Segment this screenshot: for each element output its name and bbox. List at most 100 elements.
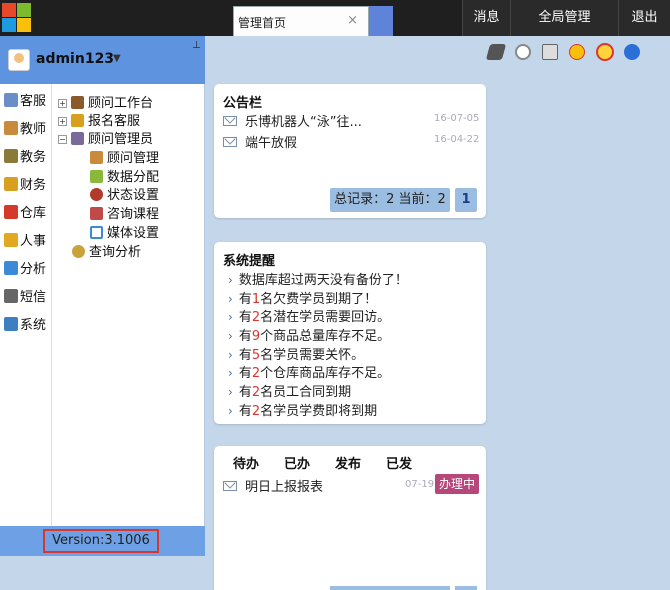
module-service[interactable]: 客服 (4, 90, 46, 112)
module-warehouse[interactable]: 仓库 (4, 202, 46, 224)
pin-icon[interactable]: ⊥ (192, 40, 201, 51)
fax-icon[interactable] (542, 44, 558, 60)
tree-item-consultant-admin[interactable]: − 顾问管理员 (58, 128, 153, 147)
module-label: 教师 (20, 122, 47, 137)
tree-item-label: 咨询课程 (107, 207, 160, 222)
collapse-toggle-icon[interactable]: − (58, 135, 67, 144)
smiley-icon[interactable] (596, 43, 614, 61)
tree-item-consult-course[interactable]: 咨询课程 (90, 203, 159, 222)
module-finance[interactable]: 财务 (4, 174, 46, 196)
reminder-item[interactable]: › 有2名潜在学员需要回访。 (228, 306, 390, 325)
arrow-right-icon: › (228, 273, 233, 287)
reminder-text: 名学员需要关怀。 (260, 348, 365, 363)
global-manage-button[interactable]: 全局管理 (510, 0, 618, 36)
user-menu-caret-icon[interactable]: ▼ (113, 53, 121, 64)
tab-done[interactable]: 已办 (284, 453, 310, 472)
course-icon (90, 207, 103, 220)
reminder-count: 2 (251, 310, 261, 325)
finance-icon (4, 177, 18, 191)
search-analysis-icon (72, 245, 85, 258)
phone-icon (4, 289, 18, 303)
reminder-text: 数据库超过两天没有备份了！ (238, 273, 408, 288)
reminder-text: 有 (238, 366, 252, 381)
tab-todo[interactable]: 待办 (233, 453, 259, 472)
teacher-icon (4, 121, 18, 135)
module-analysis[interactable]: 分析 (4, 258, 46, 280)
hr-icon (4, 233, 18, 247)
reminder-text: 有 (238, 348, 252, 363)
reminder-text: 有 (238, 292, 252, 307)
reminder-text: 个仓库商品库存不足。 (260, 366, 391, 381)
warehouse-icon (4, 205, 18, 219)
reminder-item[interactable]: › 数据库超过两天没有备份了！ (228, 269, 408, 288)
module-hr[interactable]: 人事 (4, 230, 46, 252)
consultant-manage-icon (90, 151, 103, 164)
task-item-date: 07-19 (405, 479, 435, 490)
reminder-item[interactable]: › 有2名学员学费即将到期 (228, 400, 377, 419)
tree-item-data-assign[interactable]: 数据分配 (90, 166, 159, 185)
tree-item-label: 数据分配 (107, 170, 160, 185)
notice-item[interactable]: 端午放假 (223, 132, 297, 151)
tree-item-media-settings[interactable]: 媒体设置 (90, 222, 159, 241)
print-icon[interactable] (485, 44, 507, 60)
tree-item-label: 顾问管理 (107, 151, 160, 166)
module-teacher[interactable]: 教师 (4, 118, 46, 140)
reminder-count: 5 (251, 348, 261, 363)
left-bottom-bg (0, 556, 205, 590)
module-label: 分析 (20, 262, 47, 277)
tree-item-signup-service[interactable]: + 报名客服 (58, 110, 140, 129)
notice-page-1-button[interactable]: 1 (455, 188, 477, 212)
username[interactable]: admin123 (36, 51, 114, 67)
exit-button[interactable]: 退出 (618, 0, 670, 36)
module-label: 短信 (20, 290, 47, 305)
help-icon[interactable] (624, 44, 640, 60)
module-label: 客服 (20, 94, 47, 109)
data-assign-icon (90, 170, 103, 183)
tab-sent[interactable]: 已发 (386, 453, 412, 472)
reminder-count: 1 (251, 292, 261, 307)
reminder-text: 名欠费学员到期了！ (260, 292, 378, 307)
avatar[interactable] (8, 49, 30, 71)
app-logo[interactable] (2, 3, 32, 33)
expand-toggle-icon[interactable]: + (58, 117, 67, 126)
arrow-right-icon: › (228, 404, 233, 418)
signup-service-icon (71, 114, 84, 127)
mail-icon (223, 137, 237, 147)
reminder-count: 2 (251, 366, 261, 381)
arrow-right-icon: › (228, 348, 233, 362)
mcdonalds-icon[interactable] (569, 44, 585, 60)
tree-item-consultant-manage[interactable]: 顾问管理 (90, 147, 159, 166)
module-system[interactable]: 系统 (4, 314, 46, 336)
module-academic[interactable]: 教务 (4, 146, 46, 168)
tree-item-query-analysis[interactable]: 查询分析 (72, 241, 141, 260)
tree-item-status-settings[interactable]: 状态设置 (90, 184, 159, 203)
module-sms[interactable]: 短信 (4, 286, 46, 308)
tab-strip-accent (369, 6, 393, 36)
task-status-badge[interactable]: 办理中 (435, 474, 479, 494)
top-bar: 管理首页 × 消息 全局管理 退出 (0, 0, 670, 36)
reminder-item[interactable]: › 有2名员工合同到期 (228, 381, 351, 400)
reminder-item[interactable]: › 有1名欠费学员到期了！ (228, 288, 377, 307)
tab-published[interactable]: 发布 (335, 453, 361, 472)
reminder-item[interactable]: › 有9个商品总量库存不足。 (228, 325, 390, 344)
tree-item-consultant-workbench[interactable]: + 顾问工作台 (58, 92, 153, 111)
tree-item-label: 顾问工作台 (88, 96, 154, 111)
module-label: 教务 (20, 150, 47, 165)
tab-admin-home[interactable]: 管理首页 × (233, 6, 369, 36)
task-item[interactable]: 明日上报报表 (223, 476, 323, 495)
messages-button[interactable]: 消息 (462, 0, 510, 36)
reminder-item[interactable]: › 有5名学员需要关怀。 (228, 344, 364, 363)
notice-item[interactable]: 乐博机器人“泳”往... (223, 111, 362, 130)
tasks-pager-strip (455, 586, 477, 590)
mail-icon (223, 116, 237, 126)
expand-toggle-icon[interactable]: + (58, 99, 67, 108)
tab-close-icon[interactable]: × (347, 13, 358, 28)
workbench-icon (71, 96, 84, 109)
version-label: Version:3.1006 (43, 529, 159, 553)
globe-icon[interactable] (515, 44, 531, 60)
reminder-text: 有 (238, 404, 252, 419)
tree-item-label: 媒体设置 (107, 226, 160, 241)
mail-icon (223, 481, 237, 491)
module-label: 仓库 (20, 206, 47, 221)
reminder-item[interactable]: › 有2个仓库商品库存不足。 (228, 362, 390, 381)
